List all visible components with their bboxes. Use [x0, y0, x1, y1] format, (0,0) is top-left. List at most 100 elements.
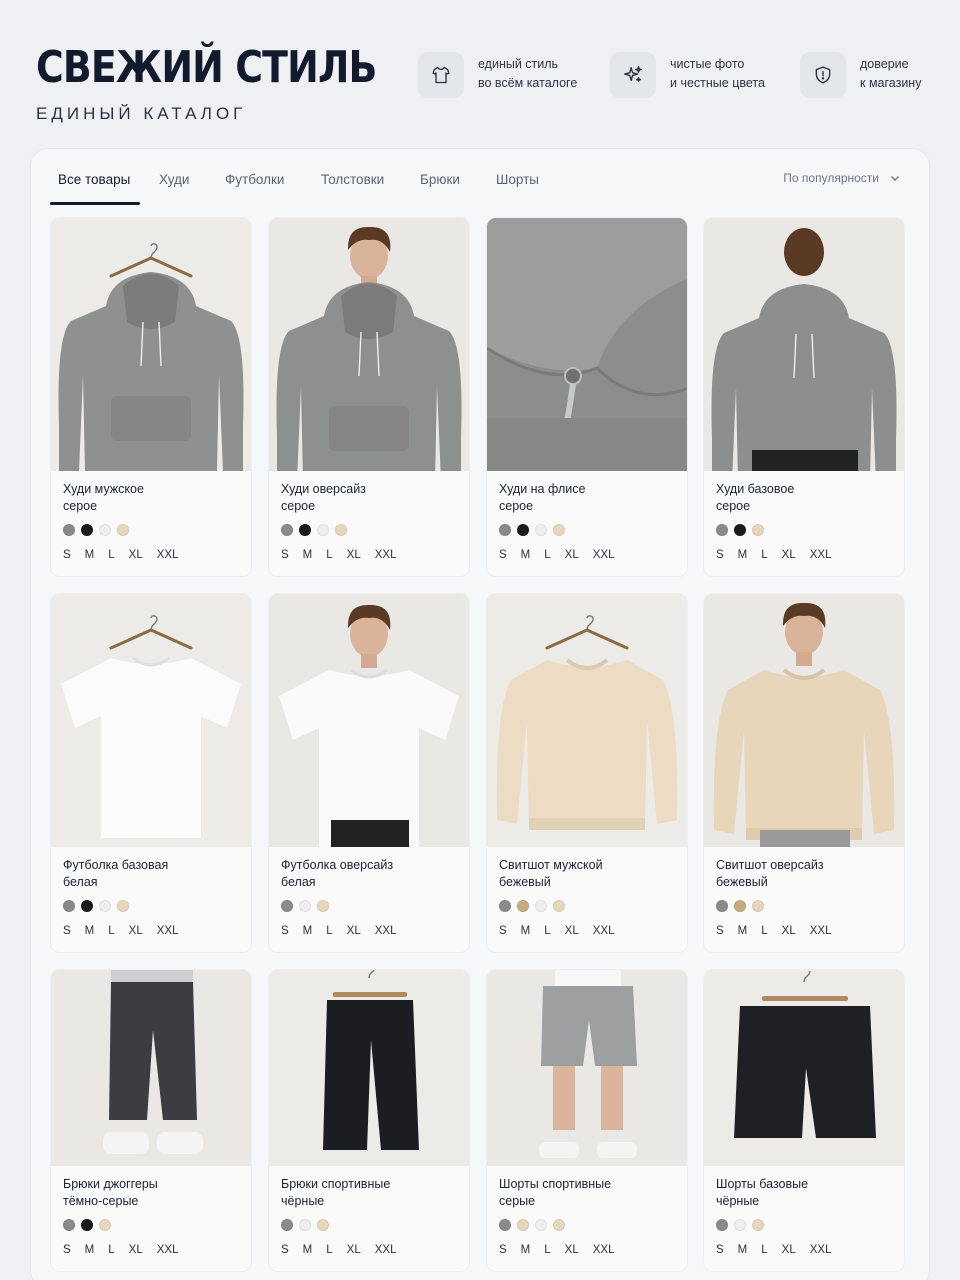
product-image[interactable]	[269, 594, 469, 847]
color-swatch[interactable]	[117, 900, 129, 912]
color-swatch[interactable]	[752, 524, 764, 536]
size-option[interactable]: XL	[782, 549, 796, 561]
tab-pants[interactable]: Брюки	[420, 172, 460, 206]
size-option[interactable]: S	[499, 925, 507, 937]
product-title[interactable]: Брюки джоггеры тёмно-серые	[63, 1176, 239, 1210]
product-title[interactable]: Футболка базовая белая	[63, 857, 239, 891]
color-swatch[interactable]	[99, 900, 111, 912]
product-image[interactable]	[51, 218, 251, 471]
color-swatch[interactable]	[752, 900, 764, 912]
size-option[interactable]: XXL	[593, 1244, 615, 1256]
size-option[interactable]: M	[303, 549, 313, 561]
product-card[interactable]: Свитшот оверсайз бежевый S M L XL XXL	[703, 593, 905, 953]
product-card[interactable]: Худи оверсайз серое S M L XL XXL	[268, 217, 470, 577]
color-swatch[interactable]	[99, 524, 111, 536]
product-title[interactable]: Худи базовое серое	[716, 481, 892, 515]
size-option[interactable]: S	[63, 925, 71, 937]
size-option[interactable]: M	[521, 549, 531, 561]
color-swatch[interactable]	[734, 524, 746, 536]
size-option[interactable]: XXL	[593, 925, 615, 937]
product-card[interactable]: Шорты спортивные серые S M L XL XXL	[486, 969, 688, 1272]
product-title[interactable]: Худи на флисе серое	[499, 481, 675, 515]
product-image[interactable]	[704, 218, 904, 471]
color-swatch[interactable]	[81, 524, 93, 536]
color-swatch[interactable]	[117, 524, 129, 536]
product-image[interactable]	[704, 594, 904, 847]
color-swatch[interactable]	[499, 1219, 511, 1231]
size-option[interactable]: S	[716, 1244, 724, 1256]
color-swatch[interactable]	[317, 1219, 329, 1231]
size-option[interactable]: S	[716, 549, 724, 561]
size-option[interactable]: M	[85, 1244, 95, 1256]
color-swatch[interactable]	[299, 524, 311, 536]
size-option[interactable]: L	[326, 1244, 332, 1256]
color-swatch[interactable]	[517, 1219, 529, 1231]
product-card[interactable]: Футболка оверсайз белая S M L XL XXL	[268, 593, 470, 953]
size-option[interactable]: XL	[782, 1244, 796, 1256]
size-option[interactable]: M	[738, 1244, 748, 1256]
product-title[interactable]: Футболка оверсайз белая	[281, 857, 457, 891]
size-option[interactable]: XXL	[375, 925, 397, 937]
size-option[interactable]: M	[85, 549, 95, 561]
size-option[interactable]: L	[761, 549, 767, 561]
color-swatch[interactable]	[535, 900, 547, 912]
product-title[interactable]: Свитшот мужской бежевый	[499, 857, 675, 891]
size-option[interactable]: L	[326, 549, 332, 561]
color-swatch[interactable]	[99, 1219, 111, 1231]
size-option[interactable]: S	[499, 1244, 507, 1256]
color-swatch[interactable]	[535, 1219, 547, 1231]
color-swatch[interactable]	[535, 524, 547, 536]
size-option[interactable]: XL	[565, 549, 579, 561]
size-option[interactable]: XXL	[375, 549, 397, 561]
size-option[interactable]: M	[738, 925, 748, 937]
size-option[interactable]: L	[544, 1244, 550, 1256]
size-option[interactable]: L	[761, 1244, 767, 1256]
size-option[interactable]: M	[303, 925, 313, 937]
size-option[interactable]: M	[738, 549, 748, 561]
color-swatch[interactable]	[63, 1219, 75, 1231]
size-option[interactable]: XL	[565, 925, 579, 937]
size-option[interactable]: L	[108, 925, 114, 937]
product-card[interactable]: Футболка базовая белая S M L XL XXL	[50, 593, 252, 953]
size-option[interactable]: S	[499, 549, 507, 561]
color-swatch[interactable]	[553, 1219, 565, 1231]
size-option[interactable]: L	[544, 925, 550, 937]
size-option[interactable]: XXL	[375, 1244, 397, 1256]
size-option[interactable]: M	[85, 925, 95, 937]
color-swatch[interactable]	[517, 900, 529, 912]
size-option[interactable]: S	[63, 549, 71, 561]
size-option[interactable]: L	[326, 925, 332, 937]
product-card[interactable]: Свитшот мужской бежевый S M L XL XXL	[486, 593, 688, 953]
color-swatch[interactable]	[499, 524, 511, 536]
size-option[interactable]: XXL	[157, 549, 179, 561]
product-image[interactable]	[51, 594, 251, 847]
product-image[interactable]	[51, 970, 251, 1166]
size-option[interactable]: S	[281, 1244, 289, 1256]
product-image[interactable]	[704, 970, 904, 1166]
color-swatch[interactable]	[281, 900, 293, 912]
size-option[interactable]: XL	[129, 549, 143, 561]
size-option[interactable]: XXL	[593, 549, 615, 561]
tab-sweatshirts[interactable]: Толстовки	[321, 172, 384, 206]
color-swatch[interactable]	[716, 1219, 728, 1231]
color-swatch[interactable]	[335, 524, 347, 536]
product-image[interactable]	[487, 594, 687, 847]
tab-all[interactable]: Все товары	[49, 172, 141, 206]
size-option[interactable]: XXL	[157, 925, 179, 937]
size-option[interactable]: XL	[347, 925, 361, 937]
color-swatch[interactable]	[81, 1219, 93, 1231]
product-title[interactable]: Худи оверсайз серое	[281, 481, 457, 515]
color-swatch[interactable]	[299, 1219, 311, 1231]
color-swatch[interactable]	[716, 524, 728, 536]
product-image[interactable]	[487, 218, 687, 471]
product-card[interactable]: Худи на флисе серое S M L XL XXL	[486, 217, 688, 577]
color-swatch[interactable]	[734, 1219, 746, 1231]
color-swatch[interactable]	[317, 524, 329, 536]
sort-dropdown[interactable]: По популярности	[783, 171, 901, 185]
size-option[interactable]: XXL	[810, 549, 832, 561]
product-card[interactable]: Худи базовое серое S M L XL XXL	[703, 217, 905, 577]
tab-shorts[interactable]: Шорты	[496, 172, 539, 206]
size-option[interactable]: S	[281, 549, 289, 561]
product-card[interactable]: Худи мужское серое S M L XL XXL	[50, 217, 252, 577]
product-image[interactable]	[269, 970, 469, 1166]
